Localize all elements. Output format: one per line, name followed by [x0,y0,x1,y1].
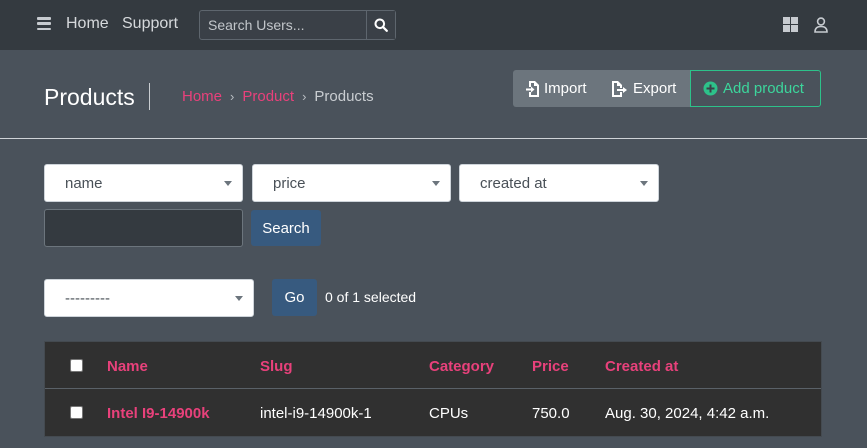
search-icon [374,18,388,32]
search-users-input[interactable] [200,11,366,39]
products-table: Name Slug Category Price Created at Inte… [44,341,822,437]
filter-price-select[interactable]: price [252,164,451,202]
product-slug: intel-i9-14900k-1 [260,405,372,422]
column-header-slug[interactable]: Slug [260,358,293,375]
file-import-icon [526,80,539,97]
add-product-button[interactable]: Add product [690,70,821,107]
selected-count: 0 of 1 selected [325,289,417,305]
chevron-down-icon [224,181,232,186]
product-category: CPUs [429,405,469,422]
breadcrumb: Home › Product › Products [182,88,374,105]
title-divider [149,83,150,110]
export-label: Export [633,80,677,97]
breadcrumb-current: Products [314,88,374,105]
filter-name-select[interactable]: name [44,164,243,202]
table-header-row: Name Slug Category Price Created at [45,342,821,389]
table-row: Intel I9-14900k intel-i9-14900k-1 CPUs 7… [45,389,821,436]
product-name-link[interactable]: Intel I9-14900k [107,405,210,422]
filter-created-select[interactable]: created at [459,164,659,202]
filter-created-value: created at [480,174,547,192]
add-product-label: Add product [723,80,804,97]
select-all-checkbox[interactable] [70,359,83,372]
import-label: Import [544,80,587,97]
filter-search-input[interactable] [44,209,243,247]
breadcrumb-separator: › [302,89,307,104]
product-price: 750.0 [532,405,570,422]
product-created-at: Aug. 30, 2024, 4:42 a.m. [605,405,770,422]
top-navbar: Home Support [0,0,867,50]
go-button[interactable]: Go [272,279,317,316]
breadcrumb-home[interactable]: Home [182,88,222,105]
header-actions: Import Export Add product [513,70,821,107]
filter-price-value: price [273,174,306,192]
column-header-price[interactable]: Price [532,358,569,375]
bulk-action-value: --------- [65,289,110,307]
filter-search-button[interactable]: Search [251,210,321,246]
breadcrumb-product[interactable]: Product [242,88,294,105]
grid-icon[interactable] [783,17,798,37]
chevron-down-icon [235,296,243,301]
import-button[interactable]: Import [513,70,601,107]
header-divider [0,138,867,139]
user-search-group [199,10,396,40]
hamburger-icon[interactable] [37,17,51,31]
filter-name-value: name [65,174,103,192]
file-export-icon [612,80,627,97]
page-title: Products [44,84,135,110]
column-header-name[interactable]: Name [107,358,148,375]
chevron-down-icon [432,181,440,186]
plus-circle-icon [703,81,718,96]
nav-home-link[interactable]: Home [66,15,109,33]
bulk-action-select[interactable]: --------- [44,279,254,317]
search-button[interactable] [366,11,395,39]
export-button[interactable]: Export [601,70,690,107]
column-header-created-at[interactable]: Created at [605,358,678,375]
user-icon[interactable] [814,17,828,38]
row-select-checkbox[interactable] [70,406,83,419]
nav-support-link[interactable]: Support [122,15,178,33]
column-header-category[interactable]: Category [429,358,494,375]
breadcrumb-separator: › [230,89,235,104]
chevron-down-icon [640,181,648,186]
